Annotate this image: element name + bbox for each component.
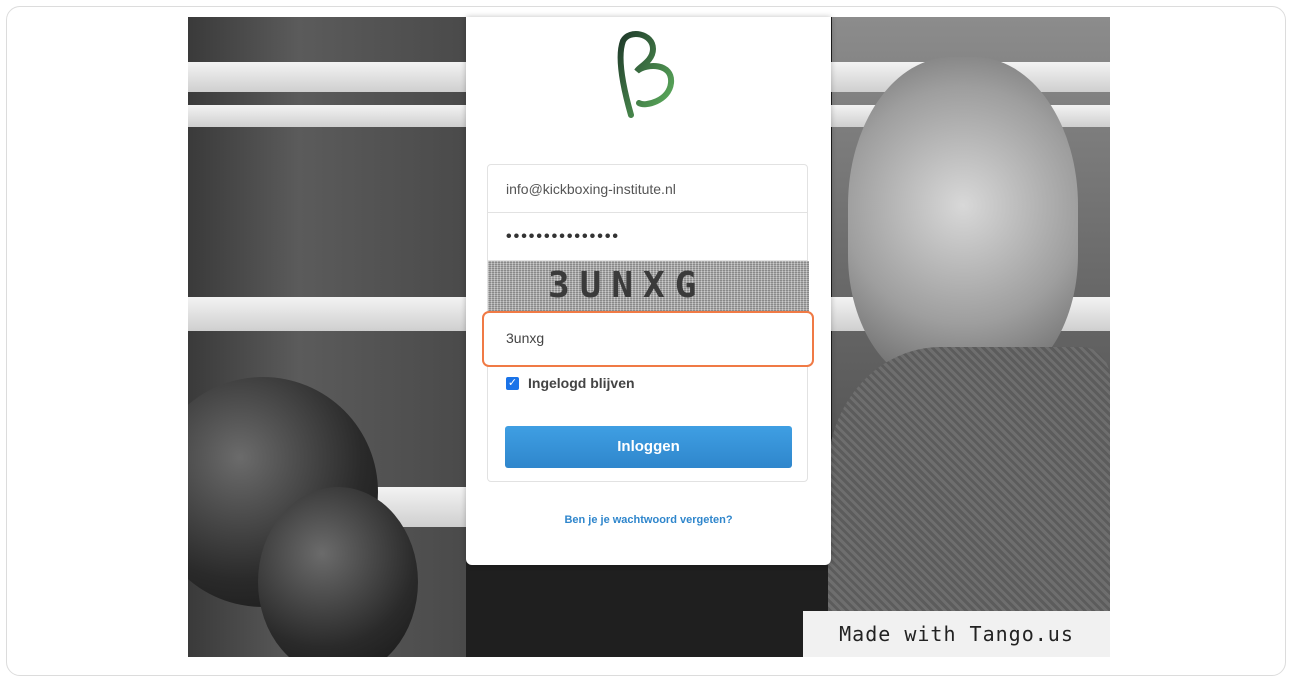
captcha-text: 3UNXG: [548, 265, 707, 306]
login-card: info@kickboxing-institute.nl •••••••••••…: [466, 17, 831, 565]
checkmark-icon[interactable]: ✓: [506, 376, 519, 390]
captcha-image: 3UNXG: [488, 261, 809, 313]
remember-me[interactable]: ✓ Ingelogd blijven: [506, 375, 635, 391]
login-button[interactable]: Inloggen: [505, 426, 792, 468]
captcha-input-value: 3unxg: [506, 330, 545, 346]
forgot-password-link[interactable]: Ben je je wachtwoord vergeten?: [466, 514, 831, 526]
tango-watermark: Made with Tango.us: [803, 611, 1110, 657]
remember-label: Ingelogd blijven: [528, 375, 635, 391]
brand-b-logo-icon: [617, 31, 674, 118]
captcha-input[interactable]: 3unxg: [482, 311, 814, 367]
password-field[interactable]: •••••••••••••••: [488, 213, 807, 261]
email-field[interactable]: info@kickboxing-institute.nl: [488, 165, 807, 213]
person-head: [848, 57, 1078, 387]
